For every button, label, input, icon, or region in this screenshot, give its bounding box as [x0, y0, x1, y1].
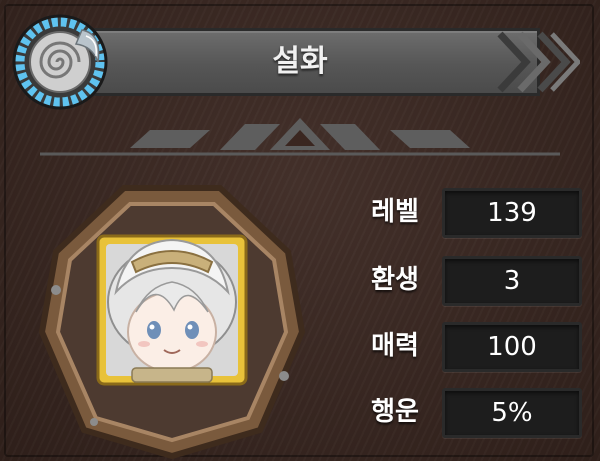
stat-row-charm: 매력 100 [350, 318, 584, 374]
stat-value-box: 100 [442, 322, 582, 372]
spiral-water-emblem-icon [12, 14, 108, 110]
stat-label: 레벨 [371, 197, 419, 227]
stat-value-box: 3 [442, 256, 582, 306]
stat-value: 3 [503, 266, 521, 296]
chevron-right-icon [497, 31, 580, 93]
stat-row-rebirth: 환생 3 [350, 252, 584, 308]
stat-value: 139 [487, 198, 537, 228]
decorative-ornament [40, 118, 560, 156]
stat-value-box: 5% [442, 388, 582, 438]
stat-value: 100 [487, 332, 537, 362]
title-banner: 설화 [60, 24, 580, 100]
stat-label: 매력 [371, 331, 419, 361]
character-name: 설화 [272, 44, 328, 79]
stat-row-luck: 행운 5% [350, 384, 584, 440]
stat-value-box: 139 [442, 188, 582, 238]
stat-row-level: 레벨 139 [350, 184, 584, 240]
stat-label: 환생 [371, 265, 419, 295]
stat-label: 행운 [371, 397, 419, 427]
stat-value: 5% [491, 398, 533, 428]
character-portrait [38, 185, 306, 460]
